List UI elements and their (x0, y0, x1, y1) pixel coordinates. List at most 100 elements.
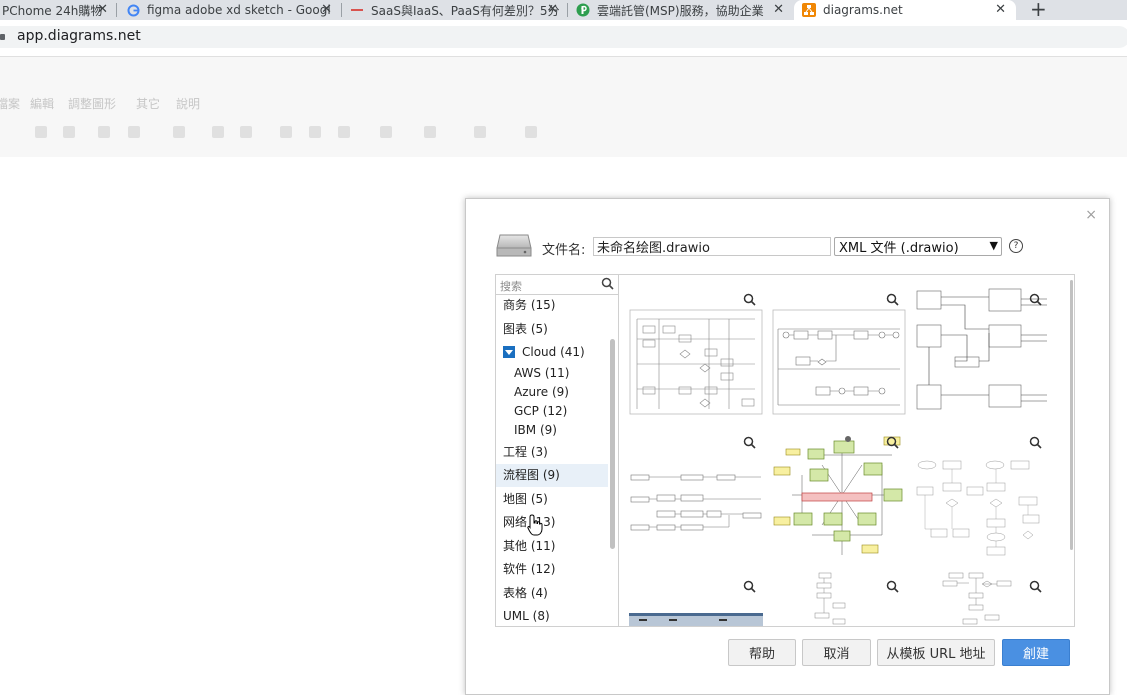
drawio-logo-icon (802, 3, 816, 17)
tab-title: figma adobe xd sketch - Googl (147, 3, 331, 17)
zoom-icon[interactable] (1029, 436, 1042, 449)
cancel-button[interactable]: 取消 (802, 639, 871, 666)
category-maps[interactable]: 地图 (5) (496, 488, 608, 511)
zoom-icon[interactable] (886, 580, 899, 593)
tab-close-icon[interactable]: ✕ (547, 2, 558, 17)
zoom-icon[interactable] (743, 580, 756, 593)
category-charts[interactable]: 图表 (5) (496, 318, 608, 341)
redo-icon[interactable] (128, 126, 140, 138)
help-icon[interactable]: ? (1009, 239, 1023, 253)
hand-cursor-icon (527, 514, 543, 536)
browser-tab-pchome[interactable]: PChome 24h購物 ✕ (0, 0, 112, 20)
chevron-down-icon: ▼ (989, 239, 998, 252)
file-format-value: XML 文件 (.drawio) (839, 241, 959, 256)
template-thumbnail[interactable] (772, 299, 906, 425)
tab-separator (341, 3, 342, 17)
template-thumbnail[interactable] (772, 435, 906, 561)
table-icon[interactable] (525, 126, 537, 138)
filename-label: 文件名: (542, 243, 586, 258)
app-background (0, 57, 1127, 157)
zoom-icon[interactable] (743, 293, 756, 306)
template-gallery (618, 274, 1075, 627)
template-thumbnail[interactable] (629, 299, 763, 425)
template-thumbnail[interactable] (915, 445, 1049, 571)
undo-icon[interactable] (98, 126, 110, 138)
browser-tab-google[interactable]: figma adobe xd sketch - Googl ✕ (126, 0, 336, 20)
tab-close-icon[interactable]: ✕ (995, 2, 1006, 17)
menu-arrange[interactable]: 調整圖形 (68, 95, 116, 112)
template-thumbnail[interactable] (629, 445, 763, 571)
expand-chevron-icon[interactable] (503, 345, 515, 358)
menu-file[interactable]: 檔案 (0, 95, 20, 112)
category-software[interactable]: 软件 (12) (496, 558, 608, 581)
category-aws[interactable]: AWS (11) (496, 364, 608, 383)
zoom-icon[interactable] (886, 436, 899, 449)
menu-edit[interactable]: 編輯 (30, 95, 54, 112)
menu-extras[interactable]: 其它 (136, 95, 160, 112)
category-label: Cloud (41) (522, 345, 585, 359)
zoom-in-icon[interactable] (35, 126, 47, 138)
category-ibm[interactable]: IBM (9) (496, 421, 608, 440)
google-icon (126, 3, 140, 17)
close-icon[interactable]: × (1085, 207, 1097, 223)
create-button[interactable]: 創建 (1002, 639, 1070, 666)
address-bar: app.diagrams.net (0, 20, 1127, 57)
template-thumbnail[interactable] (629, 613, 763, 626)
line-color-icon[interactable] (309, 126, 321, 138)
template-category-list: 搜索 商务 (15) 图表 (5) Cloud (41) AWS (11) Az… (495, 274, 619, 627)
category-gcp[interactable]: GCP (12) (496, 402, 608, 421)
browser-tab-bar: PChome 24h購物 ✕ figma adobe xd sketch - G… (0, 0, 1127, 21)
zoom-icon[interactable] (886, 293, 899, 306)
shadow-icon[interactable] (338, 126, 350, 138)
category-cloud[interactable]: Cloud (41) (496, 341, 608, 364)
browser-tab-diagrams[interactable]: diagrams.net ✕ (794, 0, 1016, 20)
tab-separator (567, 3, 568, 17)
waypoints-icon[interactable] (424, 126, 436, 138)
template-thumbnail[interactable] (939, 571, 1039, 626)
tab-title: diagrams.net (823, 3, 903, 17)
zoom-icon[interactable] (1029, 293, 1042, 306)
category-flowchart[interactable]: 流程图 (9) (496, 464, 608, 487)
lock-icon[interactable] (0, 34, 5, 40)
new-diagram-dialog: × 文件名: XML 文件 (.drawio) ▼ ? 搜索 商务 (15) 图… (465, 198, 1110, 695)
category-network[interactable]: 网络 (13) (496, 511, 608, 534)
category-business[interactable]: 商务 (15) (496, 294, 608, 317)
browser-tab-saas[interactable]: SaaS與IaaS、PaaS有何差別？5分 ✕ (350, 0, 562, 20)
zoom-icon[interactable] (743, 436, 756, 449)
category-other[interactable]: 其他 (11) (496, 535, 608, 558)
insert-icon[interactable] (474, 126, 486, 138)
tab-title: SaaS與IaaS、PaaS有何差別？5分 (371, 3, 560, 18)
file-format-select[interactable]: XML 文件 (.drawio) ▼ (834, 237, 1002, 256)
category-engineering[interactable]: 工程 (3) (496, 441, 608, 464)
delete-icon[interactable] (173, 126, 185, 138)
category-azure[interactable]: Azure (9) (496, 383, 608, 402)
category-tables[interactable]: 表格 (4) (496, 582, 608, 605)
browser-tab-msp[interactable]: 雲端託管(MSP)服務，協助企業 ✕ (576, 0, 788, 20)
menu-help[interactable]: 說明 (176, 95, 200, 112)
template-thumbnail[interactable] (789, 571, 869, 626)
connection-icon[interactable] (380, 126, 392, 138)
url-text[interactable]: app.diagrams.net (17, 28, 141, 44)
tab-title: PChome 24h購物 (2, 3, 103, 18)
fill-color-icon[interactable] (280, 126, 292, 138)
device-storage-icon (496, 234, 532, 257)
search-input[interactable]: 搜索 (500, 278, 522, 294)
to-front-icon[interactable] (212, 126, 224, 138)
zoom-out-icon[interactable] (63, 126, 75, 138)
tab-close-icon[interactable]: ✕ (773, 2, 784, 17)
gallery-scrollbar[interactable] (1070, 280, 1073, 550)
category-scrollbar[interactable] (610, 339, 615, 549)
to-back-icon[interactable] (240, 126, 252, 138)
filename-input[interactable] (593, 237, 831, 256)
search-icon[interactable] (601, 277, 614, 290)
help-button[interactable]: 帮助 (728, 639, 796, 666)
new-tab-button[interactable]: + (1030, 0, 1047, 21)
tab-title: 雲端託管(MSP)服務，協助企業 (597, 3, 764, 18)
from-template-url-button[interactable]: 从模板 URL 地址 (877, 639, 995, 666)
category-uml[interactable]: UML (8) (496, 605, 608, 626)
tab-close-icon[interactable]: ✕ (97, 2, 108, 17)
template-search[interactable]: 搜索 (496, 275, 618, 295)
site-favicon-icon (350, 3, 364, 17)
tab-close-icon[interactable]: ✕ (321, 2, 332, 17)
omnibox[interactable] (0, 26, 1127, 48)
